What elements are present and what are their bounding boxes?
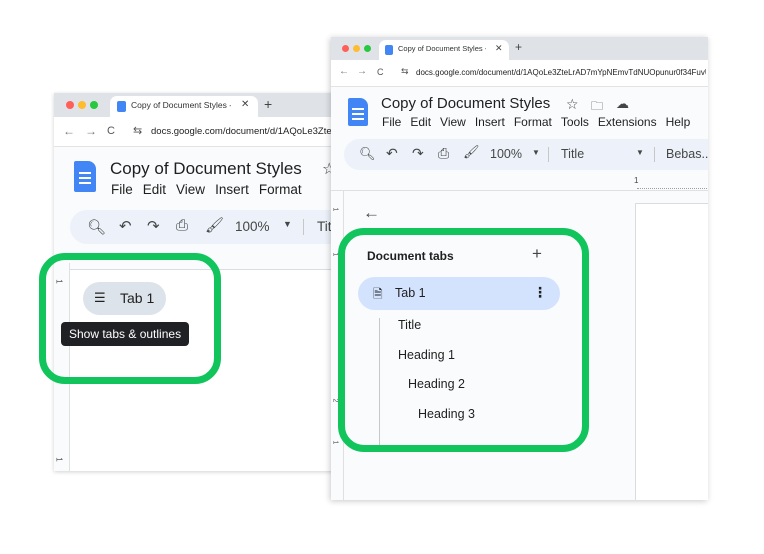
menu-extensions[interactable]: Extensions	[598, 115, 657, 129]
back-icon[interactable]: ←	[63, 124, 75, 138]
menu-edit[interactable]: Edit	[410, 115, 431, 129]
chevron-down-icon[interactable]: ▼	[532, 148, 540, 157]
style-select[interactable]: Tit	[317, 219, 332, 234]
menu-view[interactable]: View	[176, 182, 205, 197]
search-icon[interactable]: 🔍︎	[87, 218, 106, 236]
docs-favicon-icon	[385, 45, 393, 55]
ruler-mark: 1	[634, 176, 639, 185]
chevron-down-icon[interactable]: ▼	[636, 148, 644, 157]
browser-tab-title: Copy of Document Styles - G	[131, 100, 231, 110]
menu-edit[interactable]: Edit	[143, 182, 166, 197]
toolbar: 🔍︎ ↶ ↷ ⎙ 🖌︎ 100% ▼ Title ▼ Bebas...	[344, 139, 708, 170]
menu-help[interactable]: Help	[666, 115, 691, 129]
browser-tab-bar: Copy of Document Styles - G ✕ +	[331, 37, 708, 60]
undo-icon[interactable]: ↶	[386, 145, 398, 162]
search-icon[interactable]: 🔍︎	[359, 146, 376, 162]
menu-file[interactable]: File	[382, 115, 401, 129]
menu-insert[interactable]: Insert	[475, 115, 505, 129]
browser-tab-bar: Copy of Document Styles - G ✕ +	[54, 93, 344, 117]
forward-icon[interactable]: →	[357, 66, 367, 77]
back-arrow-icon[interactable]: ←	[363, 203, 380, 223]
highlight-box-right	[338, 228, 589, 452]
menu-format[interactable]: Format	[514, 115, 552, 129]
docs-favicon-icon	[117, 101, 126, 112]
address-bar: ← → C ⇆ docs.google.com/document/d/1AQoL…	[54, 117, 344, 147]
url-field[interactable]: docs.google.com/document/d/1AQoLe3ZteL	[151, 126, 341, 137]
minimize-window-button[interactable]	[353, 45, 360, 52]
url-field[interactable]: docs.google.com/document/d/1AQoLe3ZteLrA…	[416, 68, 706, 77]
reload-icon[interactable]: C	[377, 67, 384, 77]
close-tab-icon[interactable]: ✕	[241, 99, 249, 110]
paint-format-icon[interactable]: 🖌︎	[205, 216, 224, 234]
menu-tools[interactable]: Tools	[561, 115, 589, 129]
maximize-window-button[interactable]	[90, 101, 98, 109]
zoom-select[interactable]: 100%	[235, 219, 270, 234]
docs-logo-icon[interactable]	[74, 161, 96, 192]
highlight-box-left	[39, 253, 221, 384]
maximize-window-button[interactable]	[364, 45, 371, 52]
paint-format-icon[interactable]: 🖌︎	[463, 144, 480, 160]
chevron-down-icon[interactable]: ▼	[283, 219, 292, 229]
undo-icon[interactable]: ↶	[119, 217, 132, 235]
new-tab-icon[interactable]: +	[515, 40, 522, 54]
docs-logo-icon[interactable]	[348, 98, 368, 126]
redo-icon[interactable]: ↷	[147, 217, 160, 235]
menu-view[interactable]: View	[440, 115, 466, 129]
font-select[interactable]: Bebas...	[666, 147, 708, 161]
close-tab-icon[interactable]: ✕	[495, 43, 503, 54]
address-bar: ← → C ⇆ docs.google.com/document/d/1AQoL…	[331, 60, 708, 87]
cloud-icon[interactable]: ☁︎	[616, 96, 629, 112]
site-info-icon[interactable]: ⇆	[401, 66, 409, 77]
menu-insert[interactable]: Insert	[215, 182, 249, 197]
print-icon[interactable]: ⎙	[438, 145, 449, 162]
document-title[interactable]: Copy of Document Styles	[110, 159, 302, 179]
zoom-select[interactable]: 100%	[490, 147, 522, 161]
browser-tab-title: Copy of Document Styles - G	[398, 44, 486, 53]
reload-icon[interactable]: C	[107, 125, 115, 137]
minimize-window-button[interactable]	[78, 101, 86, 109]
star-icon[interactable]: ☆	[566, 96, 579, 113]
site-info-icon[interactable]: ⇆	[133, 124, 142, 137]
print-icon[interactable]: ⎙	[176, 217, 188, 234]
menu-bar: File Edit View Insert Format Tools Exten…	[382, 115, 690, 129]
horizontal-ruler: 1	[331, 175, 708, 191]
style-select[interactable]: Title	[561, 147, 584, 161]
browser-tab[interactable]: Copy of Document Styles - G ✕	[379, 40, 509, 60]
new-tab-icon[interactable]: +	[264, 96, 272, 112]
menu-format[interactable]: Format	[259, 182, 302, 197]
redo-icon[interactable]: ↷	[412, 145, 424, 162]
menu-file[interactable]: File	[111, 182, 133, 197]
menu-bar: File Edit View Insert Format	[111, 182, 302, 197]
page	[635, 203, 708, 500]
forward-icon[interactable]: →	[85, 124, 97, 138]
close-window-button[interactable]	[342, 45, 349, 52]
back-icon[interactable]: ←	[339, 66, 349, 77]
close-window-button[interactable]	[66, 101, 74, 109]
browser-tab[interactable]: Copy of Document Styles - G ✕	[110, 96, 258, 117]
document-title[interactable]: Copy of Document Styles	[381, 95, 550, 112]
toolbar: 🔍︎ ↶ ↷ ⎙ 🖌︎ 100% ▼ Tit	[70, 210, 344, 244]
